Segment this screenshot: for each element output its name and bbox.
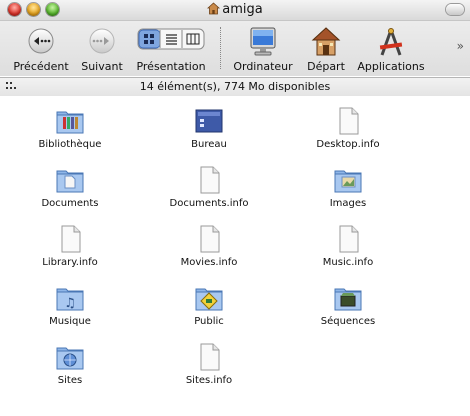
document-icon bbox=[61, 225, 81, 253]
file-name: Movies.info bbox=[180, 257, 238, 268]
public-folder-icon bbox=[195, 288, 223, 311]
home-label: Départ bbox=[307, 60, 345, 73]
view-mode-icon bbox=[137, 28, 205, 50]
toolbar-overflow-icon[interactable]: » bbox=[457, 39, 464, 53]
toolbar-toggle-button[interactable] bbox=[446, 4, 464, 15]
window-title: amiga bbox=[222, 2, 263, 17]
file-name: Documents.info bbox=[169, 198, 249, 209]
documents-folder-icon bbox=[56, 170, 84, 193]
file-name: Images bbox=[329, 198, 367, 209]
forward-arrow-icon bbox=[89, 28, 115, 54]
forward-label: Suivant bbox=[81, 60, 123, 73]
back-arrow-icon bbox=[28, 28, 54, 54]
document-icon bbox=[200, 343, 220, 371]
window-title-area: amiga bbox=[0, 2, 470, 17]
applications-label: Applications bbox=[357, 60, 425, 73]
finder-window: amiga Précédent Suivant Présentation Ord… bbox=[0, 0, 470, 416]
file-name: Sites.info bbox=[185, 375, 233, 386]
title-bar[interactable]: amiga bbox=[0, 0, 470, 21]
file-name: Desktop.info bbox=[316, 139, 380, 150]
file-name: Bureau bbox=[191, 139, 227, 150]
document-icon bbox=[200, 166, 220, 194]
home-folder-icon bbox=[207, 2, 221, 15]
file-name: Sites bbox=[57, 375, 83, 386]
file-name: Music.info bbox=[322, 257, 374, 268]
svg-text:♫: ♫ bbox=[64, 296, 76, 311]
status-grip-icon bbox=[6, 82, 16, 89]
sites-folder-icon bbox=[56, 347, 84, 370]
computer-icon bbox=[250, 27, 276, 56]
back-label: Précédent bbox=[13, 60, 69, 73]
toolbar: Précédent Suivant Présentation Ordinateu… bbox=[0, 21, 470, 76]
file-name: Bibliothèque bbox=[38, 139, 102, 150]
music-folder-icon: ♫ bbox=[56, 288, 84, 311]
file-name: Library.info bbox=[42, 257, 98, 268]
document-icon bbox=[339, 107, 359, 135]
movies-folder-icon bbox=[334, 288, 362, 311]
desktop-folder-icon bbox=[195, 109, 223, 133]
status-bar: 14 élément(s), 774 Mo disponibles bbox=[0, 77, 470, 97]
file-browser: Bibliothèque Bureau Desktop.info Documen… bbox=[0, 96, 470, 416]
document-icon bbox=[200, 225, 220, 253]
view-label: Présentation bbox=[136, 60, 206, 73]
computer-label: Ordinateur bbox=[233, 60, 293, 73]
document-icon bbox=[339, 225, 359, 253]
home-icon bbox=[311, 27, 341, 56]
file-name: Séquences bbox=[320, 316, 376, 327]
file-name: Public bbox=[194, 316, 224, 327]
toolbar-divider bbox=[220, 27, 221, 69]
file-name: Documents bbox=[41, 198, 99, 209]
applications-icon bbox=[379, 28, 403, 56]
status-text: 14 élément(s), 774 Mo disponibles bbox=[139, 80, 331, 93]
library-folder-icon bbox=[56, 111, 84, 134]
file-name: Musique bbox=[49, 316, 91, 327]
pictures-folder-icon bbox=[334, 170, 362, 193]
